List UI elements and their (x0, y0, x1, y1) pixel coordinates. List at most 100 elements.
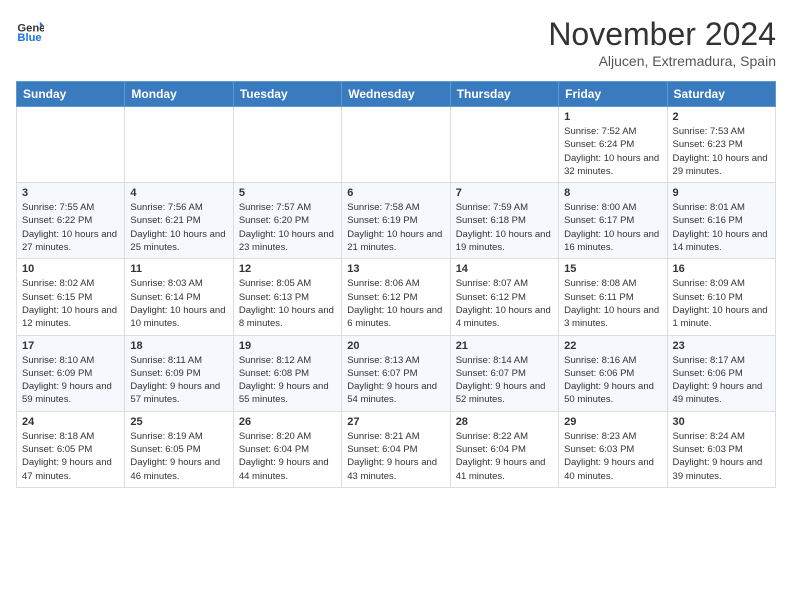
day-info: Sunrise: 8:02 AM Sunset: 6:15 PM Dayligh… (22, 277, 119, 330)
day-number: 25 (130, 416, 227, 428)
weekday-header: Friday (559, 82, 667, 107)
day-number: 15 (564, 263, 661, 275)
calendar-cell: 24 Sunrise: 8:18 AM Sunset: 6:05 PM Dayli… (17, 411, 125, 487)
day-info: Sunrise: 8:03 AM Sunset: 6:14 PM Dayligh… (130, 277, 227, 330)
calendar-cell: 26Sunrise: 8:20 AM Sunset: 6:04 PM Dayli… (233, 411, 341, 487)
day-info: Sunrise: 7:55 AM Sunset: 6:22 PM Dayligh… (22, 201, 119, 254)
day-number: 7 (456, 187, 553, 199)
calendar-cell: 6 Sunrise: 7:58 AM Sunset: 6:19 PM Daylig… (342, 183, 450, 259)
calendar-cell: 1 Sunrise: 7:52 AM Sunset: 6:24 PM Daylig… (559, 107, 667, 183)
calendar-cell: 30Sunrise: 8:24 AM Sunset: 6:03 PM Dayli… (667, 411, 775, 487)
calendar-header-row: SundayMondayTuesdayWednesdayThursdayFrid… (17, 82, 776, 107)
weekday-header: Sunday (17, 82, 125, 107)
day-info: Sunrise: 7:53 AM Sunset: 6:23 PM Dayligh… (673, 125, 770, 178)
calendar-cell: 15Sunrise: 8:08 AM Sunset: 6:11 PM Dayli… (559, 259, 667, 335)
day-number: 27 (347, 416, 444, 428)
day-number: 10 (22, 263, 119, 275)
location: Aljucen, Extremadura, Spain (548, 53, 776, 69)
calendar-cell (125, 107, 233, 183)
calendar-cell: 2 Sunrise: 7:53 AM Sunset: 6:23 PM Daylig… (667, 107, 775, 183)
day-number: 18 (130, 340, 227, 352)
day-info: Sunrise: 8:18 AM Sunset: 6:05 PM Dayligh… (22, 430, 119, 483)
day-info: Sunrise: 8:17 AM Sunset: 6:06 PM Dayligh… (673, 354, 770, 407)
day-info: Sunrise: 7:52 AM Sunset: 6:24 PM Dayligh… (564, 125, 661, 178)
day-number: 1 (564, 111, 661, 123)
day-info: Sunrise: 8:12 AM Sunset: 6:08 PM Dayligh… (239, 354, 336, 407)
day-number: 24 (22, 416, 119, 428)
day-info: Sunrise: 8:13 AM Sunset: 6:07 PM Dayligh… (347, 354, 444, 407)
title-block: November 2024 Aljucen, Extremadura, Spai… (548, 16, 776, 69)
calendar-cell: 22 Sunrise: 8:16 AM Sunset: 6:06 PM Dayli… (559, 335, 667, 411)
day-info: Sunrise: 7:58 AM Sunset: 6:19 PM Dayligh… (347, 201, 444, 254)
weekday-header: Thursday (450, 82, 558, 107)
day-number: 6 (347, 187, 444, 199)
calendar-cell: 9 Sunrise: 8:01 AM Sunset: 6:16 PM Daylig… (667, 183, 775, 259)
day-number: 8 (564, 187, 661, 199)
day-info: Sunrise: 8:10 AM Sunset: 6:09 PM Dayligh… (22, 354, 119, 407)
calendar-week-row: 3Sunrise: 7:55 AM Sunset: 6:22 PM Daylig… (17, 183, 776, 259)
weekday-header: Tuesday (233, 82, 341, 107)
calendar-cell: 14Sunrise: 8:07 AM Sunset: 6:12 PM Dayli… (450, 259, 558, 335)
day-info: Sunrise: 8:16 AM Sunset: 6:06 PM Dayligh… (564, 354, 661, 407)
calendar-cell: 23 Sunrise: 8:17 AM Sunset: 6:06 PM Dayli… (667, 335, 775, 411)
calendar-table: SundayMondayTuesdayWednesdayThursdayFrid… (16, 81, 776, 488)
day-info: Sunrise: 8:00 AM Sunset: 6:17 PM Dayligh… (564, 201, 661, 254)
calendar-cell: 7 Sunrise: 7:59 AM Sunset: 6:18 PM Daylig… (450, 183, 558, 259)
day-info: Sunrise: 8:19 AM Sunset: 6:05 PM Dayligh… (130, 430, 227, 483)
weekday-header: Monday (125, 82, 233, 107)
day-number: 12 (239, 263, 336, 275)
day-number: 9 (673, 187, 770, 199)
calendar-cell: 13 Sunrise: 8:06 AM Sunset: 6:12 PM Dayli… (342, 259, 450, 335)
day-number: 30 (673, 416, 770, 428)
calendar-cell: 18 Sunrise: 8:11 AM Sunset: 6:09 PM Dayli… (125, 335, 233, 411)
calendar-cell: 4Sunrise: 7:56 AM Sunset: 6:21 PM Daylig… (125, 183, 233, 259)
calendar-cell (450, 107, 558, 183)
weekday-header: Wednesday (342, 82, 450, 107)
day-number: 19 (239, 340, 336, 352)
calendar-cell: 19 Sunrise: 8:12 AM Sunset: 6:08 PM Dayli… (233, 335, 341, 411)
calendar-cell: 25 Sunrise: 8:19 AM Sunset: 6:05 PM Dayli… (125, 411, 233, 487)
logo-icon: General Blue (16, 16, 44, 44)
calendar-cell: 16 Sunrise: 8:09 AM Sunset: 6:10 PM Dayli… (667, 259, 775, 335)
day-info: Sunrise: 7:59 AM Sunset: 6:18 PM Dayligh… (456, 201, 553, 254)
day-info: Sunrise: 8:09 AM Sunset: 6:10 PM Dayligh… (673, 277, 770, 330)
calendar-week-row: 1 Sunrise: 7:52 AM Sunset: 6:24 PM Daylig… (17, 107, 776, 183)
day-info: Sunrise: 8:06 AM Sunset: 6:12 PM Dayligh… (347, 277, 444, 330)
calendar-cell: 29 Sunrise: 8:23 AM Sunset: 6:03 PM Dayli… (559, 411, 667, 487)
calendar-cell: 27Sunrise: 8:21 AM Sunset: 6:04 PM Dayli… (342, 411, 450, 487)
day-info: Sunrise: 8:05 AM Sunset: 6:13 PM Dayligh… (239, 277, 336, 330)
day-number: 29 (564, 416, 661, 428)
weekday-header: Saturday (667, 82, 775, 107)
day-number: 23 (673, 340, 770, 352)
calendar-cell (17, 107, 125, 183)
day-info: Sunrise: 8:23 AM Sunset: 6:03 PM Dayligh… (564, 430, 661, 483)
calendar-cell: 17 Sunrise: 8:10 AM Sunset: 6:09 PM Dayli… (17, 335, 125, 411)
day-number: 14 (456, 263, 553, 275)
day-info: Sunrise: 8:01 AM Sunset: 6:16 PM Dayligh… (673, 201, 770, 254)
calendar-cell: 11 Sunrise: 8:03 AM Sunset: 6:14 PM Dayli… (125, 259, 233, 335)
day-info: Sunrise: 8:22 AM Sunset: 6:04 PM Dayligh… (456, 430, 553, 483)
day-number: 5 (239, 187, 336, 199)
calendar-cell (342, 107, 450, 183)
day-number: 2 (673, 111, 770, 123)
calendar-cell: 28 Sunrise: 8:22 AM Sunset: 6:04 PM Dayli… (450, 411, 558, 487)
day-number: 20 (347, 340, 444, 352)
calendar-cell: 21Sunrise: 8:14 AM Sunset: 6:07 PM Dayli… (450, 335, 558, 411)
day-number: 11 (130, 263, 227, 275)
calendar-cell: 3Sunrise: 7:55 AM Sunset: 6:22 PM Daylig… (17, 183, 125, 259)
page-header: General Blue November 2024 Aljucen, Extr… (16, 16, 776, 69)
day-number: 13 (347, 263, 444, 275)
day-number: 17 (22, 340, 119, 352)
day-number: 21 (456, 340, 553, 352)
day-number: 22 (564, 340, 661, 352)
calendar-cell (233, 107, 341, 183)
day-number: 16 (673, 263, 770, 275)
calendar-week-row: 24 Sunrise: 8:18 AM Sunset: 6:05 PM Dayli… (17, 411, 776, 487)
calendar-cell: 20 Sunrise: 8:13 AM Sunset: 6:07 PM Dayli… (342, 335, 450, 411)
calendar-cell: 12 Sunrise: 8:05 AM Sunset: 6:13 PM Dayli… (233, 259, 341, 335)
day-number: 28 (456, 416, 553, 428)
day-info: Sunrise: 8:20 AM Sunset: 6:04 PM Dayligh… (239, 430, 336, 483)
calendar-week-row: 10 Sunrise: 8:02 AM Sunset: 6:15 PM Dayli… (17, 259, 776, 335)
calendar-week-row: 17 Sunrise: 8:10 AM Sunset: 6:09 PM Dayli… (17, 335, 776, 411)
day-info: Sunrise: 8:11 AM Sunset: 6:09 PM Dayligh… (130, 354, 227, 407)
